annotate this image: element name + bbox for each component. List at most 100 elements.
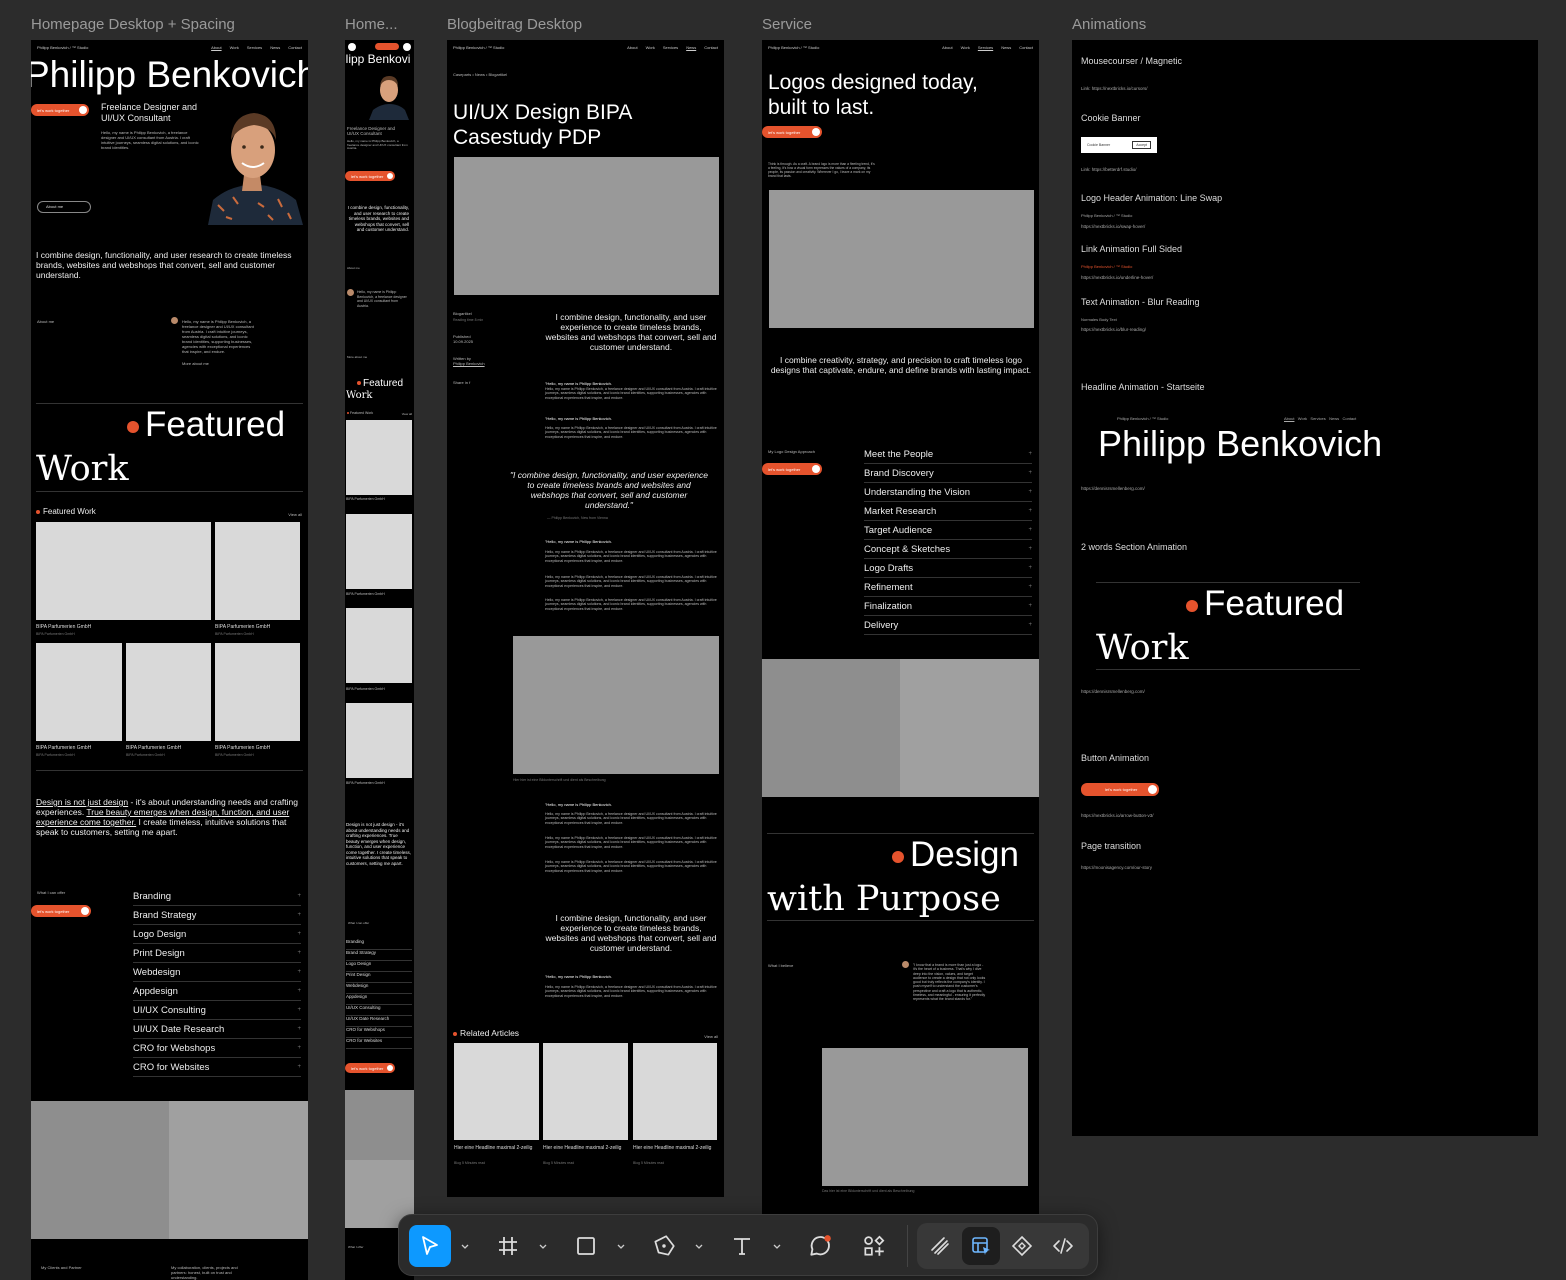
service-item[interactable]: UI/UX Consulting xyxy=(346,1005,412,1016)
cta-button[interactable]: let's work together xyxy=(762,463,822,475)
frame-label-home-mobile[interactable]: Home... xyxy=(345,16,398,33)
service-item[interactable]: CRO for Websites xyxy=(346,1038,412,1049)
nav-link-work[interactable]: Work xyxy=(1298,416,1307,421)
animations-frame[interactable]: Mousecourser / Magnetic Link: https://ne… xyxy=(1072,40,1538,1136)
service-item-uiux-consulting[interactable]: UI/UX Consulting + xyxy=(133,1001,301,1020)
anim-link[interactable]: Link: https://nextbricks.io/cursors/ xyxy=(1081,86,1148,91)
approach-step[interactable]: Understanding the Vision + xyxy=(864,483,1032,502)
work-card-title[interactable]: BIPA Parfumerien GmbH xyxy=(36,745,91,751)
nav-link-services[interactable]: Services xyxy=(663,45,678,50)
dev-mode-button[interactable] xyxy=(1044,1227,1082,1265)
work-card-image[interactable] xyxy=(126,643,211,741)
service-item-brand-strategy[interactable]: Brand Strategy + xyxy=(133,906,301,925)
article-card-title[interactable]: Hier eine Headline maximal 2-zeilig xyxy=(454,1145,534,1151)
breadcrumb[interactable]: Caseparts • News • Blogartikel xyxy=(453,72,507,77)
service-item-cro-websites[interactable]: CRO for Websites + xyxy=(133,1058,301,1077)
approach-step[interactable]: Market Research + xyxy=(864,502,1032,521)
nav-link-contact[interactable]: Contact xyxy=(1342,416,1356,421)
link-orange-sample[interactable]: Philipp Benkovich / ™ Studio xyxy=(1081,264,1132,269)
cta-button[interactable]: let's work together xyxy=(345,171,395,181)
frame-label-animations[interactable]: Animations xyxy=(1072,16,1146,33)
nav-link-about[interactable]: About xyxy=(211,45,221,50)
nav-link-contact[interactable]: Contact xyxy=(1019,45,1033,50)
work-card-image[interactable] xyxy=(215,522,300,620)
cookie-accept-button[interactable]: Accept xyxy=(1132,141,1151,149)
frame-label-blog[interactable]: Blogbeitrag Desktop xyxy=(447,16,582,33)
anim-link[interactable]: https://moonisagency.com/our-story xyxy=(1081,865,1152,870)
work-card-image[interactable] xyxy=(36,643,122,741)
nav-link-contact[interactable]: Contact xyxy=(704,45,718,50)
work-card-title[interactable]: BIPA Parfumerien GmbH xyxy=(346,592,385,596)
work-card-image[interactable] xyxy=(346,514,412,589)
facebook-icon[interactable]: f xyxy=(469,380,470,385)
anim-link[interactable]: Link: https://betterdrf.studio/ xyxy=(1081,167,1137,172)
work-card-image[interactable] xyxy=(346,608,412,683)
approach-step[interactable]: Delivery + xyxy=(864,616,1032,635)
view-all-link[interactable]: View all xyxy=(288,512,302,517)
pen-tool-button[interactable] xyxy=(643,1225,685,1267)
nav-link-services[interactable]: Services xyxy=(247,45,262,50)
cookie-banner-preview[interactable]: Cookie Banner Accept xyxy=(1081,137,1157,153)
cta-button[interactable]: let's work together xyxy=(762,126,822,138)
service-item[interactable]: Webdesign xyxy=(346,983,412,994)
work-card-title[interactable]: BIPA Parfumerien GmbH xyxy=(346,687,385,691)
chevron-down-icon[interactable] xyxy=(694,1242,704,1252)
service-item-logo-design[interactable]: Logo Design + xyxy=(133,925,301,944)
approach-step[interactable]: Concept & Sketches + xyxy=(864,540,1032,559)
nav-link-services[interactable]: Services xyxy=(1310,416,1325,421)
service-item[interactable]: Logo Design xyxy=(346,961,412,972)
service-item[interactable]: CRO for Webshops xyxy=(346,1027,412,1038)
article-card-title[interactable]: Hier eine Headline maximal 2-zeilig xyxy=(543,1145,623,1151)
menu-pill[interactable] xyxy=(375,43,399,50)
prototype-mode-button[interactable] xyxy=(1003,1227,1041,1265)
service-item-uiux-research[interactable]: UI/UX Date Research + xyxy=(133,1020,301,1039)
nav-link-work[interactable]: Work xyxy=(230,45,239,50)
view-all-link[interactable]: View all xyxy=(704,1034,718,1039)
nav-link-news[interactable]: News xyxy=(1001,45,1011,50)
assets-tool-button[interactable] xyxy=(853,1225,895,1267)
design-canvas[interactable]: Homepage Desktop + Spacing Home... Blogb… xyxy=(0,0,1566,1280)
nav-link-about[interactable]: About xyxy=(627,45,637,50)
approach-step[interactable]: Refinement + xyxy=(864,578,1032,597)
work-card-title[interactable]: BIPA Parfumerien GmbH xyxy=(215,745,270,751)
animated-cta-button[interactable]: let's work together xyxy=(1081,783,1159,796)
nav-brand[interactable]: Philipp Benkovich / ™ Studio xyxy=(453,45,504,51)
work-card-title[interactable]: BIPA Parfumerien GmbH xyxy=(346,497,385,501)
cta-button[interactable]: let's work together xyxy=(31,104,89,116)
frame-label-service[interactable]: Service xyxy=(762,16,812,33)
nav-link-work[interactable]: Work xyxy=(646,45,655,50)
nav-link-work[interactable]: Work xyxy=(961,45,970,50)
design-link-1[interactable]: Design is not just design xyxy=(36,797,128,807)
homepage-frame[interactable]: Philipp Benkovich / ™ Studio About Work Se… xyxy=(31,40,308,1280)
nav-link-news[interactable]: News xyxy=(686,45,696,50)
design-mode-button[interactable] xyxy=(962,1227,1000,1265)
service-item-appdesign[interactable]: Appdesign + xyxy=(133,982,301,1001)
nav-link-about[interactable]: About xyxy=(942,45,952,50)
approach-step[interactable]: Finalization + xyxy=(864,597,1032,616)
draw-mode-button[interactable] xyxy=(921,1227,959,1265)
nav-link-news[interactable]: News xyxy=(270,45,280,50)
linkedin-icon[interactable]: in xyxy=(465,380,468,385)
home-mobile-frame[interactable]: ilipp Benkovi Freelance Designer and UI/… xyxy=(345,40,414,1280)
article-card-image[interactable] xyxy=(543,1043,628,1140)
approach-step[interactable]: Logo Drafts + xyxy=(864,559,1032,578)
rectangle-tool-button[interactable] xyxy=(565,1225,607,1267)
article-card-image[interactable] xyxy=(633,1043,717,1140)
service-frame[interactable]: Philipp Benkovich / ™ Studio About Work Se… xyxy=(762,40,1039,1215)
cta-button[interactable]: let's work together xyxy=(31,905,91,917)
chevron-down-icon[interactable] xyxy=(538,1242,548,1252)
work-card-title[interactable]: BIPA Parfumerien GmbH xyxy=(126,745,181,751)
play-icon[interactable] xyxy=(348,43,356,51)
frame-tool-button[interactable] xyxy=(487,1225,529,1267)
service-item-branding[interactable]: Branding + xyxy=(133,887,301,906)
menu-icon[interactable] xyxy=(403,43,411,51)
article-card-image[interactable] xyxy=(454,1043,539,1140)
comment-tool-button[interactable] xyxy=(799,1225,841,1267)
anim-link[interactable]: https://nextbricks.io/arrow-button-v3/ xyxy=(1081,813,1154,818)
service-item[interactable]: Appdesign xyxy=(346,994,412,1005)
about-me-button[interactable]: About me xyxy=(37,201,91,213)
work-card-title[interactable]: BIPA Parfumerien GmbH xyxy=(346,781,385,785)
service-item[interactable]: Print Design xyxy=(346,972,412,983)
work-card-image[interactable] xyxy=(346,420,412,495)
blog-frame[interactable]: Philipp Benkovich / ™ Studio About Work Se… xyxy=(447,40,724,1197)
